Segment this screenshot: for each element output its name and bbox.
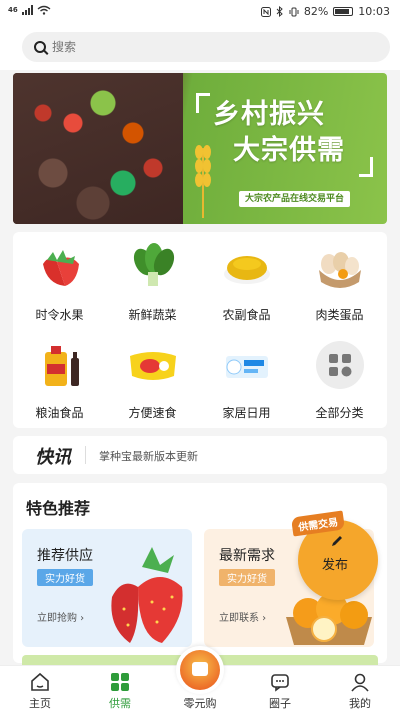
featured-title: 特色推荐: [26, 499, 91, 518]
tab-profile[interactable]: 我的: [320, 666, 400, 711]
clock-time: 10:03: [358, 5, 390, 18]
tab-label: 主页: [29, 697, 51, 710]
category-seasonal-fruit[interactable]: 时令水果: [13, 232, 106, 330]
strawberry-image: [111, 547, 183, 643]
market-stall-image: [13, 73, 183, 224]
demand-card-link[interactable]: 立即联系 ›: [219, 609, 266, 624]
tab-home[interactable]: 主页: [0, 666, 80, 711]
wifi-icon: [37, 5, 51, 15]
tab-label: 圈子: [269, 697, 291, 710]
home-icon: [31, 672, 49, 691]
demand-card-title: 最新需求: [219, 548, 275, 564]
search-input[interactable]: [52, 40, 352, 54]
category-label: 时令水果: [35, 308, 84, 322]
signal-type-label: 46: [8, 6, 18, 14]
category-label: 方便速食: [128, 406, 177, 420]
news-tag: 快讯: [35, 447, 71, 468]
pen-icon: [332, 536, 342, 546]
category-household[interactable]: 家居日用: [200, 330, 293, 428]
category-label: 肉类蛋品: [315, 308, 364, 322]
category-grid: 时令水果 新鲜蔬菜 农副食品 肉类蛋品 粮油食品 方便速食 家居日用 全部分类: [13, 232, 387, 428]
news-divider: [85, 446, 86, 464]
tab-label: 零元购: [183, 697, 217, 710]
battery-percent: 82%: [303, 5, 329, 18]
user-icon: [351, 673, 369, 692]
search-icon: [34, 41, 46, 53]
publish-label: 发布: [322, 558, 349, 573]
category-instant-food[interactable]: 方便速食: [106, 330, 199, 428]
banner-bracket-left: [196, 93, 210, 113]
banner-subtitle: 大宗农产品在线交易平台: [239, 191, 351, 207]
spinach-icon: [133, 243, 175, 286]
grid-icon: [111, 673, 129, 691]
banner-title-line2: 大宗供需: [233, 135, 345, 166]
supply-card-badge: 实力好货: [37, 569, 93, 586]
gift-icon: [180, 650, 220, 690]
tab-community[interactable]: 圈子: [240, 666, 320, 711]
battery-icon: [333, 7, 354, 16]
cellular-signal-icon: [21, 5, 33, 15]
vibrate-icon: [289, 7, 299, 16]
millet-icon: [224, 256, 270, 284]
category-label: 新鲜蔬菜: [128, 308, 177, 322]
demand-link-text: 立即联系: [219, 613, 259, 624]
nfc-icon: [260, 6, 271, 17]
tab-supply-demand[interactable]: 供需: [80, 666, 160, 711]
publish-button[interactable]: 供需交易 发布: [290, 510, 378, 600]
eggs-icon: [319, 252, 361, 288]
category-label: 粮油食品: [35, 406, 84, 420]
search-bar[interactable]: [22, 32, 390, 62]
news-text: 掌种宝最新版本更新: [99, 450, 198, 463]
demand-card-badge: 实力好货: [219, 569, 275, 586]
supply-card-title: 推荐供应: [37, 548, 93, 564]
tab-label: 供需: [109, 697, 131, 710]
snack-icon: [130, 352, 176, 380]
category-meat-eggs[interactable]: 肉类蛋品: [293, 232, 386, 330]
oil-bottle-icon: [45, 346, 79, 386]
chat-icon: [271, 674, 289, 692]
grid-icon: [316, 341, 364, 389]
promo-banner[interactable]: 乡村振兴 大宗供需 大宗农产品在线交易平台: [13, 73, 387, 224]
category-all[interactable]: 全部分类: [293, 330, 386, 428]
strawberry-icon: [43, 250, 79, 286]
search-header: [0, 24, 400, 70]
supply-card[interactable]: 推荐供应 实力好货 立即抢购 ›: [22, 529, 192, 647]
bluetooth-icon: [276, 6, 283, 17]
supply-card-link[interactable]: 立即抢购 ›: [37, 609, 84, 624]
category-label: 农副食品: [222, 308, 271, 322]
banner-title: 乡村振兴 大宗供需: [213, 97, 345, 169]
zero-buy-center-button[interactable]: [176, 646, 224, 694]
tab-label: 我的: [349, 697, 371, 710]
status-bar: 46 82% 10:03: [0, 0, 400, 24]
category-agri-food[interactable]: 农副食品: [200, 232, 293, 330]
category-label: 全部分类: [315, 406, 364, 420]
news-ticker[interactable]: 快讯 掌种宝最新版本更新: [13, 436, 387, 474]
category-fresh-vegetables[interactable]: 新鲜蔬菜: [106, 232, 199, 330]
banner-bracket-right: [359, 157, 373, 177]
tissue-icon: [226, 356, 268, 378]
category-label: 家居日用: [222, 406, 271, 420]
banner-title-line1: 乡村振兴: [213, 99, 325, 130]
category-grain-oil[interactable]: 粮油食品: [13, 330, 106, 428]
supply-link-text: 立即抢购: [37, 613, 77, 624]
